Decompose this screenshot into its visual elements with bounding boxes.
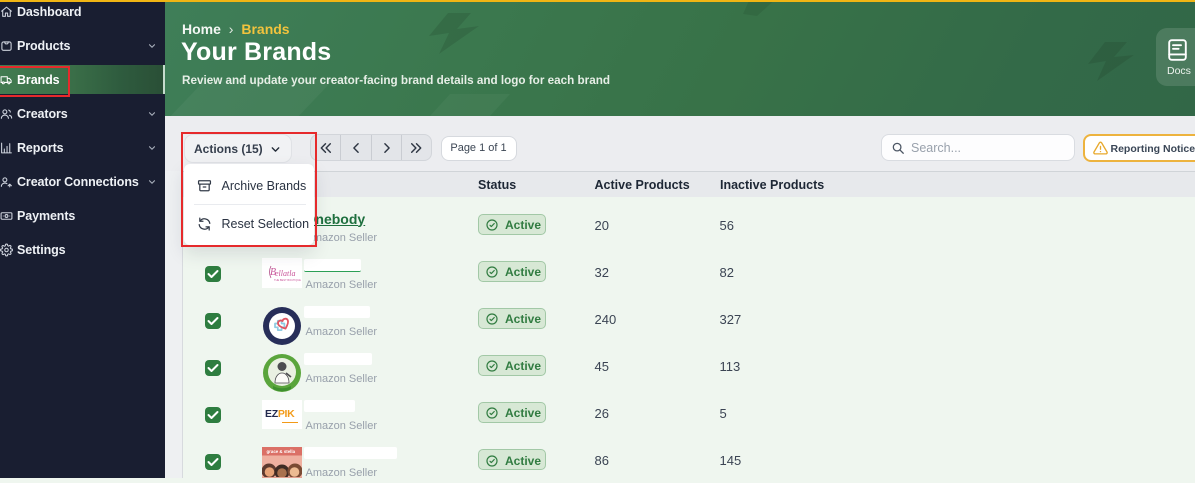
svg-text:ellatla: ellatla [275, 269, 295, 278]
svg-text:grace & stella: grace & stella [267, 449, 296, 454]
svg-text:THE BEST BOUTIQUE: THE BEST BOUTIQUE [274, 278, 301, 282]
